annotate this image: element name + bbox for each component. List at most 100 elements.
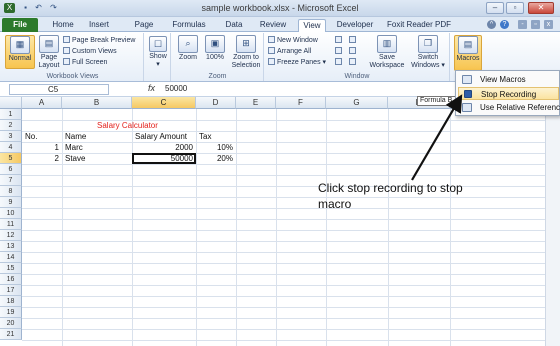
dropdown-arrow-icon: ▾ [439,62,445,69]
tab-review[interactable]: Review [258,19,288,32]
tab-insert[interactable]: Insert [86,19,112,32]
new-window-button[interactable]: New Window [268,36,318,45]
view-macros-label: View Macros [480,75,526,84]
window-close-icon[interactable]: x [544,20,553,29]
row-header-3[interactable]: 3 [0,131,22,142]
arrange-all-button[interactable]: Arrange All [268,47,311,56]
row-header-12[interactable]: 12 [0,230,22,241]
worksheet-grid[interactable]: A B C D E F G H 1 2 3 4 5 6 7 8 9 10 11 … [0,97,545,346]
column-header-d[interactable]: D [196,97,236,109]
column-header-g[interactable]: G [326,97,388,109]
tab-developer[interactable]: Developer [334,19,376,32]
view-side-by-side-button[interactable] [349,36,358,45]
window-minimize-icon[interactable]: - [518,20,527,29]
cell-a3[interactable]: No. [25,131,37,142]
cell-d3[interactable]: Tax [199,131,211,142]
row-header-11[interactable]: 11 [0,219,22,230]
zoom-button[interactable]: ⌕ Zoom [175,35,201,69]
tab-home[interactable]: Home [50,19,76,32]
row-header-2[interactable]: 2 [0,120,22,131]
row-header-18[interactable]: 18 [0,296,22,307]
freeze-panes-button[interactable]: Freeze Panes ▾ [268,58,326,67]
row-header-6[interactable]: 6 [0,164,22,175]
menu-item-view-macros[interactable]: View Macros [458,73,559,86]
row-header-21[interactable]: 21 [0,329,22,340]
group-show: ☐ Show ▾ [145,33,171,81]
show-button[interactable]: ☐ Show ▾ [147,36,169,76]
row-header-16[interactable]: 16 [0,274,22,285]
row-header-10[interactable]: 10 [0,208,22,219]
cell-b5[interactable]: Stave [65,153,85,164]
tab-view[interactable]: View [298,19,326,32]
zoom-to-selection-button[interactable]: ⊞ Zoom to Selection [229,35,263,69]
sync-scroll-button[interactable] [349,47,358,56]
page-layout-button[interactable]: ▤ Page Layout [36,35,62,69]
cell-salary-calculator-title[interactable]: Salary Calculator [97,120,158,131]
cell-c3[interactable]: Salary Amount [135,131,187,142]
column-header-a[interactable]: A [22,97,62,109]
split-button[interactable] [335,36,344,45]
tab-page-layout[interactable]: Page Layout [122,19,166,41]
save-workspace-label: Save Workspace [369,54,405,69]
gridline-horizontal [22,175,545,176]
vertical-scrollbar[interactable]: ▲ [545,97,560,346]
column-header-b[interactable]: B [62,97,132,109]
tab-foxit-reader-pdf[interactable]: Foxit Reader PDF [384,19,454,32]
page-break-preview-button[interactable]: Page Break Preview [63,36,135,45]
full-screen-icon [63,58,70,65]
menu-item-stop-recording[interactable]: Stop Recording [458,87,559,100]
hide-button[interactable] [335,47,344,56]
row-header-14[interactable]: 14 [0,252,22,263]
row-header-13[interactable]: 13 [0,241,22,252]
cell-d5[interactable]: 20% [196,153,233,164]
switch-windows-button[interactable]: ❐ Switch Windows ▾ [408,35,448,75]
unhide-button[interactable] [335,58,344,67]
minimize-button[interactable]: – [486,2,504,14]
row-header-9[interactable]: 9 [0,197,22,208]
column-header-e[interactable]: E [236,97,276,109]
tab-file[interactable]: File [2,18,38,32]
macros-button[interactable]: ▤ Macros [454,35,482,71]
normal-view-button[interactable]: ▦ Normal [5,35,35,69]
cell-a5[interactable]: 2 [22,153,59,164]
row-header-7[interactable]: 7 [0,175,22,186]
menu-item-use-relative-references[interactable]: Use Relative References [458,101,560,114]
column-header-c[interactable]: C [132,97,196,109]
select-all-corner[interactable] [0,97,22,109]
row-header-4[interactable]: 4 [0,142,22,153]
restore-button[interactable]: ▫ [506,2,524,14]
custom-views-button[interactable]: Custom Views [63,47,117,56]
row-header-5[interactable]: 5 [0,153,22,164]
save-workspace-button[interactable]: ▥ Save Workspace [367,35,407,75]
formula-input[interactable]: 50000 [165,84,187,93]
close-button[interactable]: ✕ [528,2,554,14]
cell-a4[interactable]: 1 [22,142,59,153]
row-header-20[interactable]: 20 [0,318,22,329]
cell-c4[interactable]: 2000 [132,142,193,153]
row-header-17[interactable]: 17 [0,285,22,296]
fx-icon[interactable]: fx [148,83,155,93]
tab-formulas[interactable]: Formulas [172,19,206,32]
row-header-8[interactable]: 8 [0,186,22,197]
row-header-15[interactable]: 15 [0,263,22,274]
minimize-ribbon-icon[interactable]: ^ [487,20,496,29]
stop-recording-icon [464,90,472,98]
normal-label: Normal [8,55,32,62]
cell-b3[interactable]: Name [65,131,86,142]
arrange-all-label: Arrange All [277,48,312,55]
row-header-19[interactable]: 19 [0,307,22,318]
cell-d4[interactable]: 10% [196,142,233,153]
arrange-all-icon [268,47,275,54]
page-break-preview-label: Page Break Preview [72,37,136,44]
row-header-1[interactable]: 1 [0,109,22,120]
tab-data[interactable]: Data [224,19,244,32]
reset-position-button[interactable] [349,58,358,67]
show-icon: ☐ [149,36,167,52]
zoom-100-button[interactable]: ▣ 100% [202,35,228,69]
help-icon[interactable]: ? [500,20,509,29]
name-box[interactable]: C5 [9,84,109,95]
full-screen-button[interactable]: Full Screen [63,58,107,67]
window-restore-icon[interactable]: ▫ [531,20,540,29]
cell-b4[interactable]: Marc [65,142,83,153]
column-header-f[interactable]: F [276,97,326,109]
